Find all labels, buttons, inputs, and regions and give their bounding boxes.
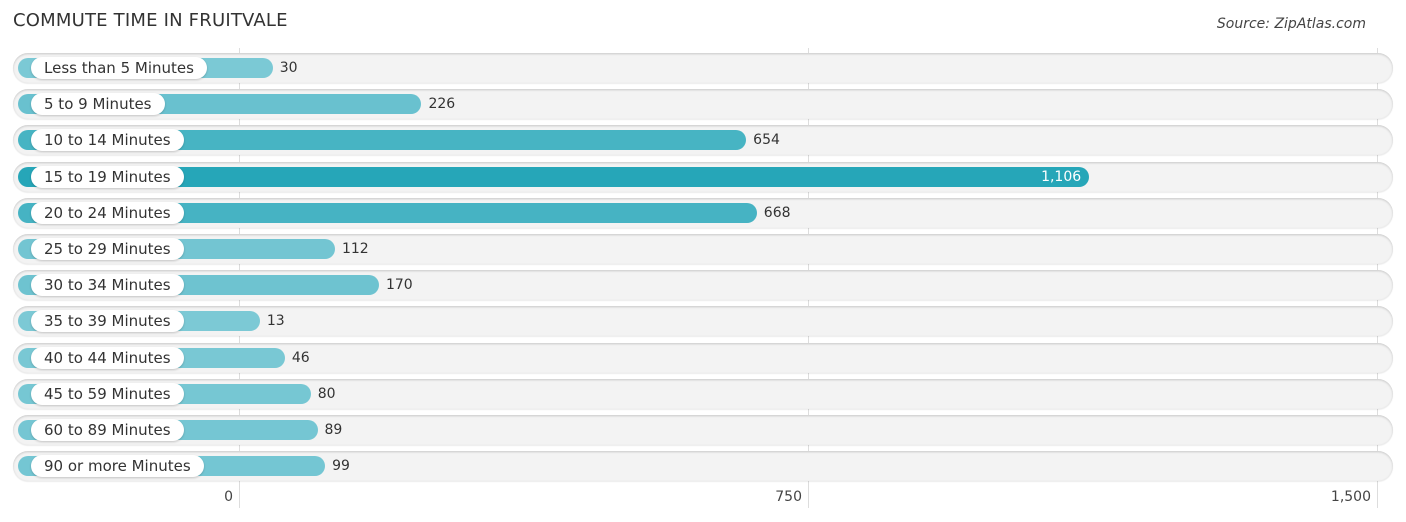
category-label: 25 to 29 Minutes	[31, 238, 184, 260]
value-label: 80	[317, 385, 336, 402]
value-label: 226	[428, 96, 456, 113]
category-label: 35 to 39 Minutes	[31, 310, 184, 333]
category-label: 5 to 9 Minutes	[31, 93, 165, 116]
bar-chart: Less than 5 Minutes 30 5 to 9 Minutes 226 10…	[0, 0, 1406, 522]
category-label: 15 to 19 Minutes	[31, 165, 184, 188]
category-label: 90 or more Minutes	[31, 455, 204, 478]
value-label: 13	[266, 313, 285, 330]
value-label: 170	[385, 277, 413, 294]
category-label: 30 to 34 Minutes	[31, 274, 184, 297]
value-label: 99	[332, 458, 350, 475]
value-label: 112	[341, 241, 369, 257]
category-label: 40 to 44 Minutes	[31, 346, 184, 369]
category-label: 45 to 59 Minutes	[31, 382, 184, 405]
x-tick-label: 750	[775, 489, 802, 505]
x-tick-label: 0	[224, 489, 233, 505]
value-label: 30	[279, 60, 298, 76]
value-label: 668	[763, 204, 791, 221]
category-label: 10 to 14 Minutes	[31, 129, 184, 152]
value-label: 46	[291, 349, 310, 366]
value-label: 89	[324, 422, 343, 438]
x-tick-label: 1,500	[1330, 489, 1371, 505]
value-label: 654	[753, 132, 780, 149]
value-label: 1,106	[1041, 168, 1082, 185]
category-label: 20 to 24 Minutes	[31, 201, 184, 224]
category-label: 60 to 89 Minutes	[31, 419, 184, 441]
category-label: Less than 5 Minutes	[31, 57, 207, 79]
